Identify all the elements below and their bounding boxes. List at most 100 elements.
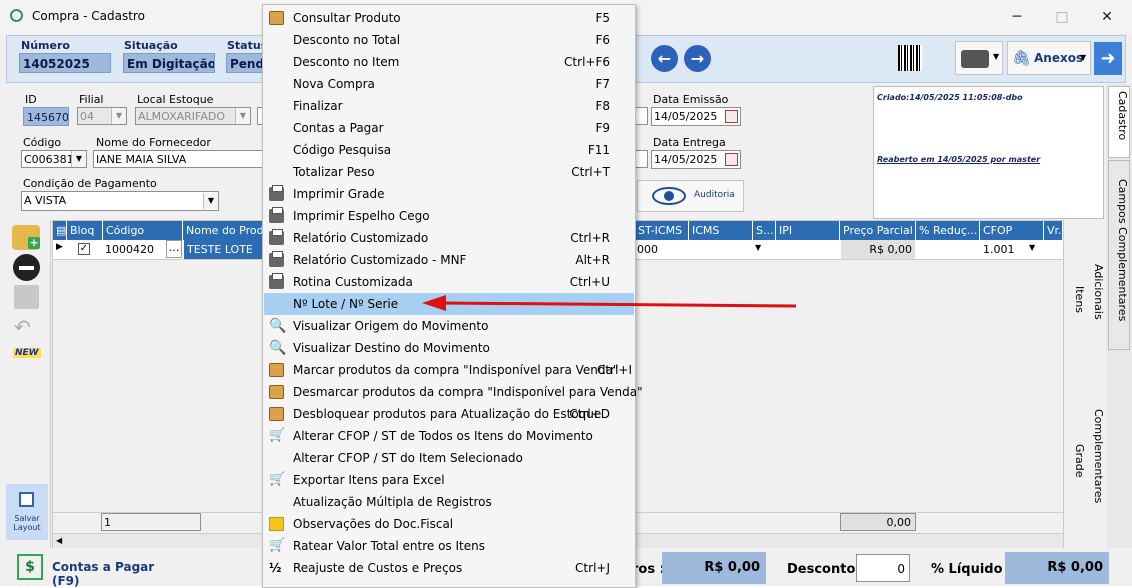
grid-col-icms[interactable]: ICMS: [689, 221, 753, 240]
menu-item[interactable]: 🛒 Ratear Valor Total entre os Itens: [264, 535, 634, 557]
id-label: ID: [25, 93, 37, 106]
menu-item[interactable]: 🔍 Visualizar Destino do Movimento: [264, 337, 634, 359]
maximize-button[interactable]: □: [1048, 6, 1076, 28]
chevron-down-icon[interactable]: ▼: [71, 151, 86, 167]
menu-item-label: Código Pesquisa: [293, 143, 392, 157]
cond-pagamento-value: A VISTA: [24, 194, 67, 207]
tab-complementares[interactable]: Complementares: [1085, 395, 1105, 503]
grid-col-ipi[interactable]: IPI: [776, 221, 840, 240]
anexos-label: Anexos: [1034, 51, 1084, 65]
row-preco-parcial[interactable]: R$ 0,00: [841, 240, 915, 259]
tab-campos-complementares-label: Campos Complementares: [1116, 179, 1129, 322]
bloq-checkbox[interactable]: ✓: [78, 243, 90, 255]
menu-item[interactable]: Rotina Customizada Ctrl+U: [264, 271, 634, 293]
desconto-label: Desconto :: [787, 562, 866, 577]
numero-field[interactable]: 14052025: [19, 53, 111, 73]
add-item-icon[interactable]: +: [12, 225, 40, 250]
menu-item[interactable]: Contas a Pagar F9: [264, 117, 634, 139]
menu-item[interactable]: Relatório Customizado Ctrl+R: [264, 227, 634, 249]
grid-col-bloq[interactable]: Bloq: [67, 221, 103, 240]
menu-item-label: Relatório Customizado: [293, 231, 429, 245]
row-nome[interactable]: TESTE LOTE: [184, 240, 263, 259]
row-cfop[interactable]: 1.001: [983, 243, 1015, 256]
tab-itens[interactable]: Itens: [1066, 272, 1086, 332]
row-lookup-button[interactable]: …: [166, 240, 182, 258]
grid-col-preco-parcial[interactable]: Preço Parcial: [840, 221, 916, 240]
anexos-button[interactable]: 🖇 Anexos ▼: [1007, 41, 1091, 75]
menu-item[interactable]: Desconto no Item Ctrl+F6: [264, 51, 634, 73]
menu-item[interactable]: Relatório Customizado - MNF Alt+R: [264, 249, 634, 271]
row-st-icms[interactable]: 000: [637, 243, 658, 256]
undo-icon[interactable]: ↶: [14, 315, 31, 339]
filial-field[interactable]: 04 ▼: [77, 107, 127, 125]
minimize-button[interactable]: ─: [1003, 6, 1031, 28]
tab-adicionais-label: Adicionais: [1092, 264, 1105, 320]
menu-item[interactable]: Atualização Múltipla de Registros: [264, 491, 634, 513]
row-cfop-dd[interactable]: ▼: [1029, 243, 1035, 252]
tab-campos-complementares[interactable]: Campos Complementares: [1108, 160, 1130, 350]
cond-pagamento-field[interactable]: A VISTA ▼: [21, 191, 219, 211]
chevron-down-icon[interactable]: ▼: [235, 108, 250, 124]
menu-item[interactable]: ½ Reajuste de Custos e Preços Ctrl+J: [264, 557, 634, 579]
menu-item[interactable]: Desconto no Total F6: [264, 29, 634, 51]
remove-item-icon[interactable]: [13, 254, 40, 281]
grid-col-cfop[interactable]: CFOP: [980, 221, 1044, 240]
print-button[interactable]: ▼: [955, 41, 1003, 75]
calendar-icon[interactable]: [725, 110, 738, 123]
numero-label: Número: [21, 39, 70, 52]
menu-item-label: Observações do Doc.Fiscal: [293, 517, 454, 531]
next-record-button[interactable]: →: [684, 45, 711, 72]
menu-item[interactable]: 🔍 Visualizar Origem do Movimento: [264, 315, 634, 337]
contas-pagar-button[interactable]: $ Contas a Pagar (F9): [12, 552, 166, 588]
codigo-field[interactable]: C006381 ▼: [21, 150, 87, 168]
menu-item-label: Atualização Múltipla de Registros: [293, 495, 492, 509]
tab-grade[interactable]: Grade: [1066, 430, 1086, 480]
close-button[interactable]: ✕: [1093, 6, 1121, 28]
new-badge[interactable]: NEW: [13, 348, 41, 358]
menu-item[interactable]: Imprimir Grade: [264, 183, 634, 205]
grid-col-s[interactable]: S...: [753, 221, 776, 240]
data-entrega-field[interactable]: 14/05/2025: [651, 150, 741, 169]
menu-item[interactable]: Marcar produtos da compra "Indisponível …: [264, 359, 634, 381]
prev-record-button[interactable]: ←: [651, 45, 678, 72]
menu-item[interactable]: Alterar CFOP / ST do Item Selecionado: [264, 447, 634, 469]
menu-item[interactable]: Imprimir Espelho Cego: [264, 205, 634, 227]
menu-item[interactable]: 🛒 Exportar Itens para Excel: [264, 469, 634, 491]
desconto-field[interactable]: 0: [856, 554, 910, 582]
chevron-down-icon[interactable]: ▼: [111, 108, 126, 124]
filial-label: Filial: [79, 93, 104, 106]
row-codigo[interactable]: 1000420: [105, 243, 154, 256]
auditoria-button[interactable]: Auditoria: [637, 180, 744, 212]
fornecedor-field[interactable]: IANE MAIA SILVA: [93, 150, 263, 168]
menu-item[interactable]: Código Pesquisa F11: [264, 139, 634, 161]
salvar-layout-button[interactable]: Salvar Layout: [6, 484, 48, 540]
menu-item[interactable]: 🛒 Alterar CFOP / ST de Todos os Itens do …: [264, 425, 634, 447]
grid-col-st-icms[interactable]: ST-ICMS: [635, 221, 689, 240]
grid-col-codigo[interactable]: Código: [103, 221, 183, 240]
tab-adicionais[interactable]: Adicionais: [1085, 250, 1105, 322]
printer-icon: [269, 185, 284, 201]
grid-col-vrf[interactable]: Vr.F: [1044, 221, 1063, 240]
menu-item[interactable]: Desmarcar produtos da compra "Indisponív…: [264, 381, 643, 403]
chevron-down-icon[interactable]: ▼: [203, 193, 218, 209]
menu-item[interactable]: Finalizar F8: [264, 95, 634, 117]
save-icon[interactable]: [14, 285, 39, 309]
menu-item[interactable]: Totalizar Peso Ctrl+T: [264, 161, 634, 183]
grid-col-selector[interactable]: ▤: [53, 221, 67, 240]
menu-item[interactable]: Observações do Doc.Fiscal: [264, 513, 634, 535]
data-emissao-field[interactable]: 14/05/2025: [651, 107, 741, 126]
tab-cadastro[interactable]: Cadastro: [1108, 86, 1130, 158]
calendar-icon[interactable]: [725, 153, 738, 166]
menu-item[interactable]: Nova Compra F7: [264, 73, 634, 95]
row-st-icms-dd[interactable]: ▼: [755, 243, 761, 252]
grid-col-nome[interactable]: Nome do Prod: [183, 221, 263, 240]
export-arrow-button[interactable]: ➜: [1094, 42, 1122, 75]
menu-item[interactable]: Consultar Produto F5: [264, 7, 634, 29]
barcode-icon[interactable]: [898, 45, 922, 71]
local-estoque-field[interactable]: ALMOXARIFADO ▼: [135, 107, 251, 125]
menu-item-label: Visualizar Destino do Movimento: [293, 341, 490, 355]
codigo-label: Código: [23, 136, 62, 149]
window-title: Compra - Cadastro: [32, 9, 145, 23]
grid-col-reducao[interactable]: % Reduç...: [916, 221, 980, 240]
menu-item[interactable]: Desbloquear produtos para Atualização do…: [264, 403, 634, 425]
